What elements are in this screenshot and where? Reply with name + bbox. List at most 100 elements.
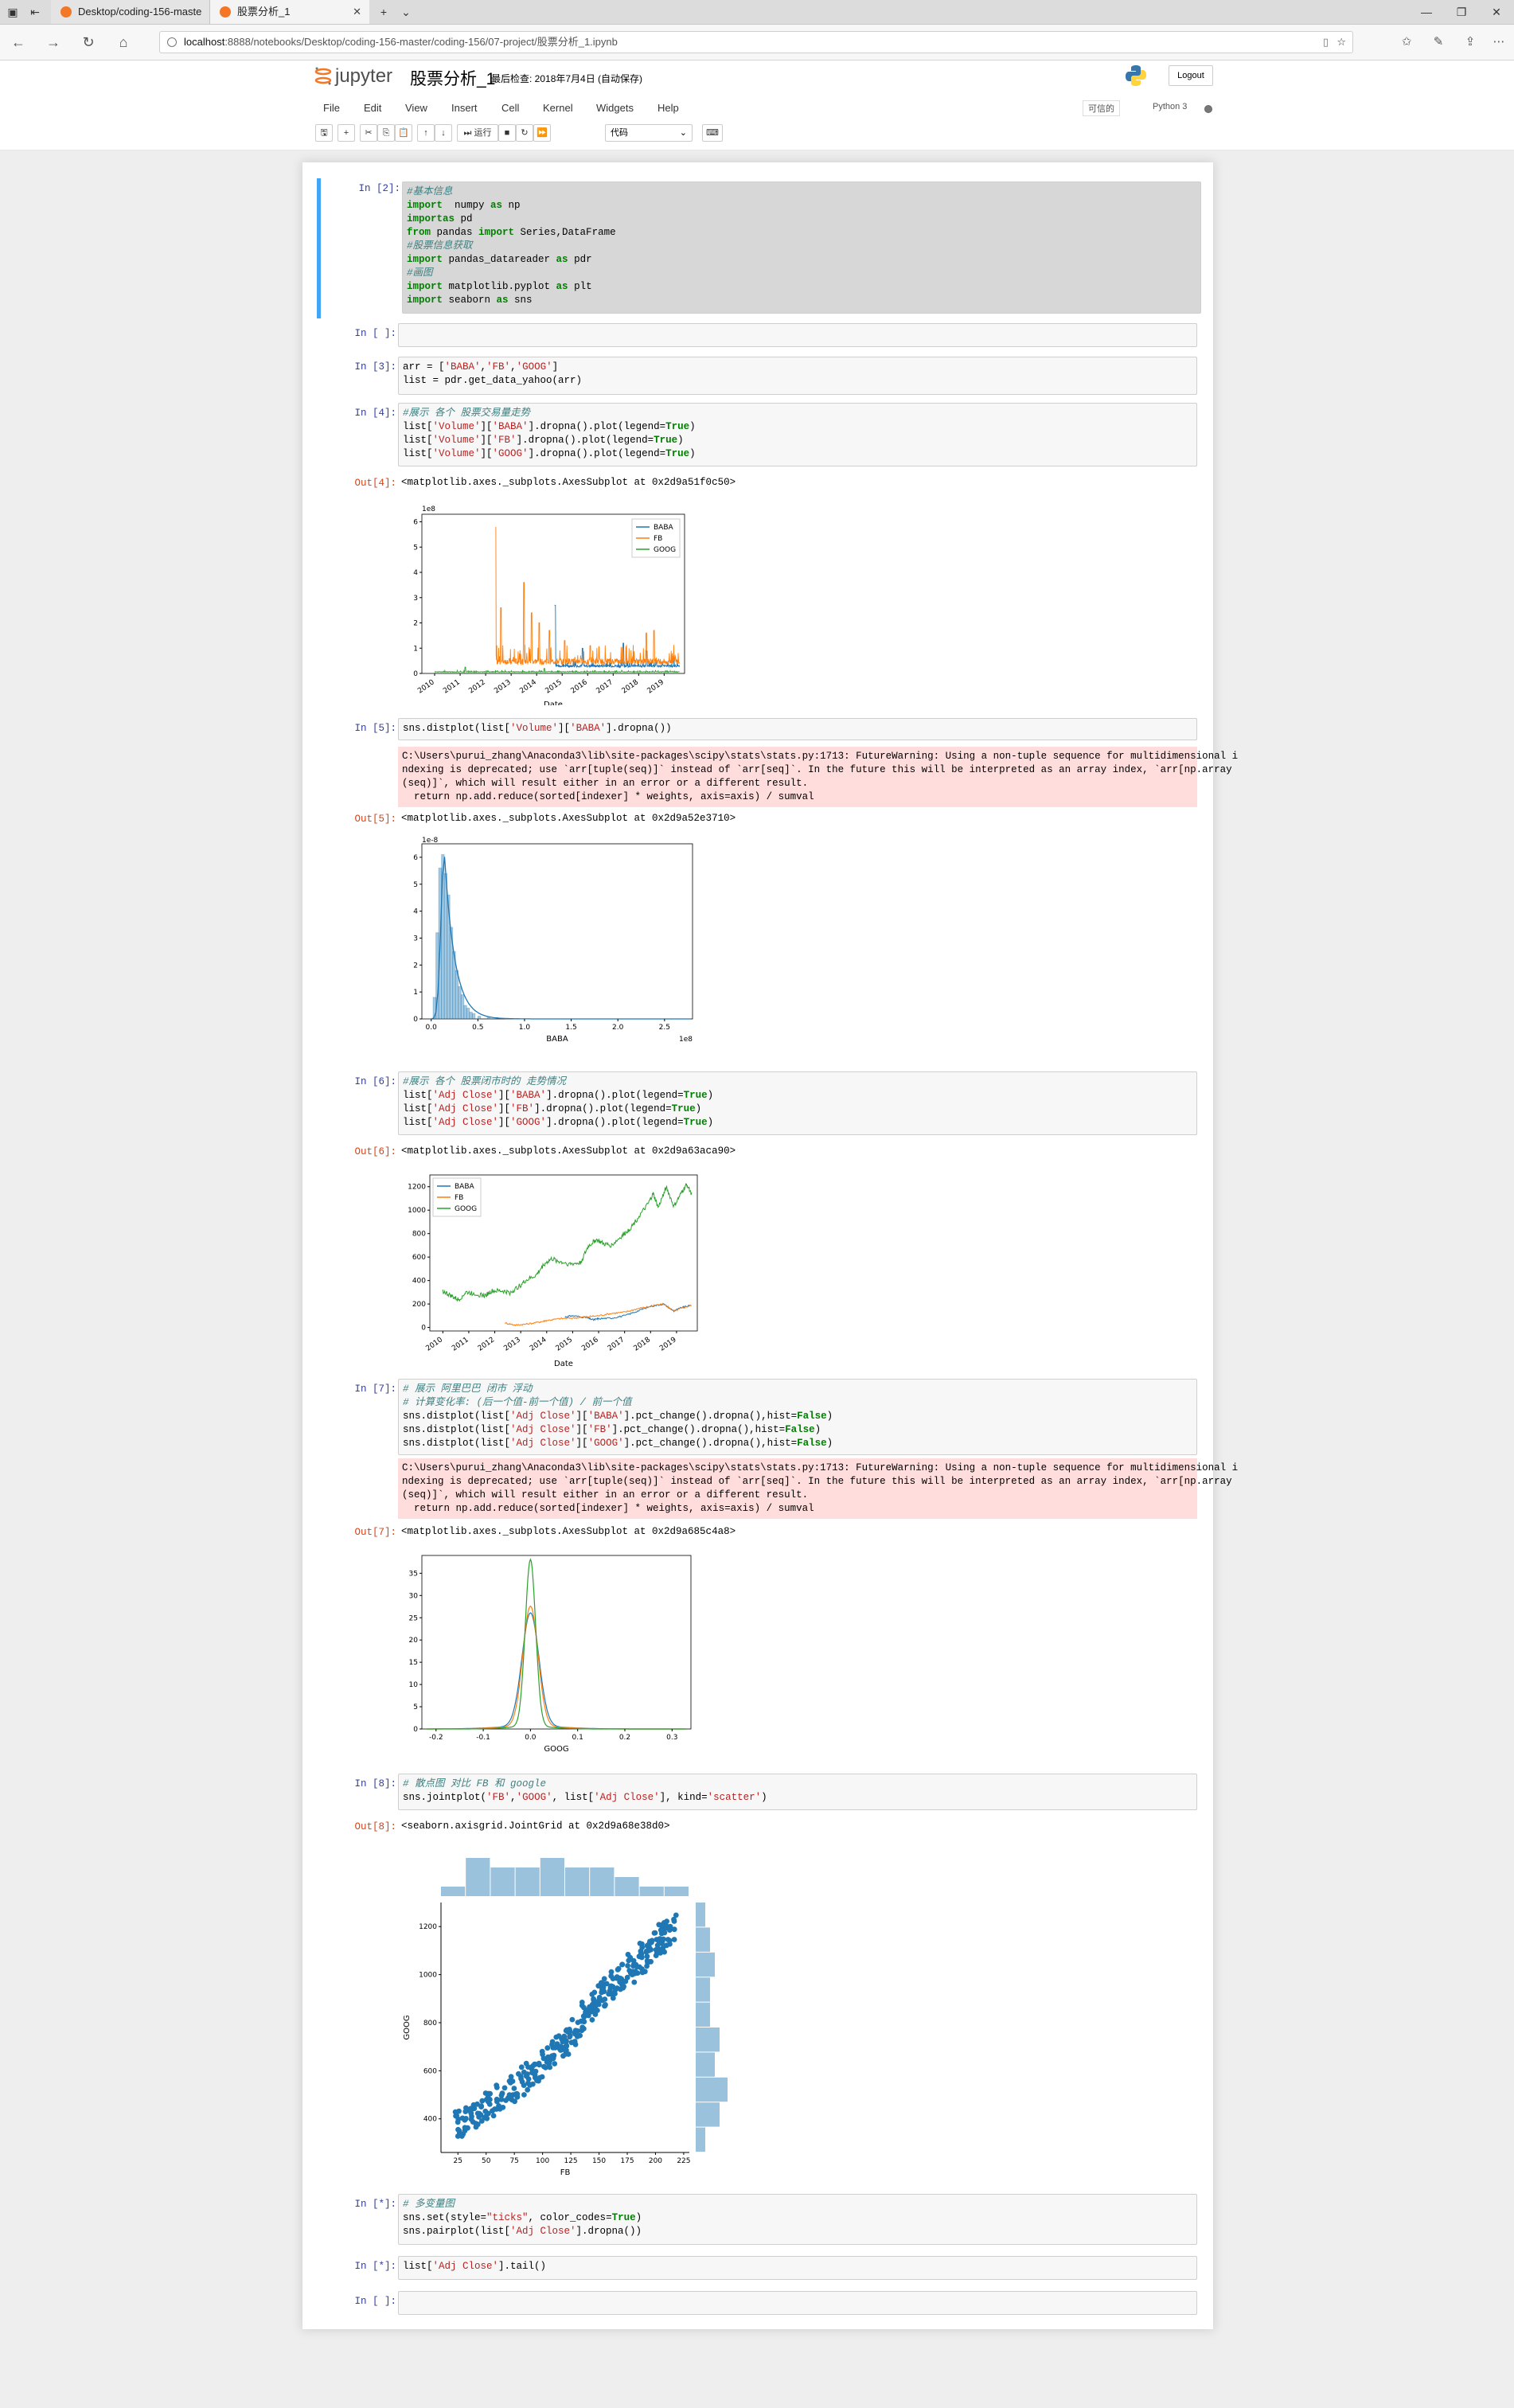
- paste-icon[interactable]: 📋: [395, 124, 412, 142]
- share-icon[interactable]: ⇪: [1461, 33, 1479, 51]
- code-input[interactable]: #展示 各个 股票交易量走势 list['Volume']['BABA'].dro…: [398, 403, 1197, 466]
- favorite-star-icon[interactable]: ☆: [1336, 32, 1346, 53]
- code-token: ): [826, 1438, 833, 1449]
- code-token: , color_codes=: [528, 2212, 612, 2223]
- menu-view[interactable]: View: [405, 102, 427, 114]
- notebook-name[interactable]: 股票分析_1: [410, 66, 495, 90]
- code-token: ][: [558, 723, 571, 734]
- interrupt-icon[interactable]: ■: [498, 124, 516, 142]
- site-info-icon[interactable]: [167, 37, 177, 47]
- insert-cell-icon[interactable]: +: [338, 124, 355, 142]
- code-cell[interactable]: In [ ]:: [317, 2291, 1197, 2316]
- code-cell[interactable]: In [*]: list['Adj Close'].tail(): [317, 2256, 1197, 2281]
- back-icon[interactable]: ←: [10, 33, 27, 51]
- code-cell[interactable]: In [3]: arr = ['BABA','FB','GOOG'] list =…: [317, 357, 1197, 396]
- scatter-point: [579, 2002, 585, 2008]
- code-token: 'Volume': [432, 448, 481, 459]
- code-input[interactable]: [398, 2291, 1197, 2315]
- code-input[interactable]: arr = ['BABA','FB','GOOG'] list = pdr.get…: [398, 357, 1197, 395]
- code-input[interactable]: #展示 各个 股票闭市时的 走势情况 list['Adj Close']['BAB…: [398, 1071, 1197, 1135]
- x-tick-label: 2019: [646, 678, 666, 695]
- pen-icon[interactable]: ✎: [1430, 33, 1447, 51]
- tab-desktop[interactable]: Desktop/coding-156-maste: [51, 0, 210, 24]
- code-input[interactable]: sns.distplot(list['Volume']['BABA'].drop…: [398, 718, 1197, 740]
- cut-icon[interactable]: ✂: [360, 124, 377, 142]
- command-palette-icon[interactable]: ⌨: [702, 124, 723, 142]
- copy-icon[interactable]: ⎘: [377, 124, 395, 142]
- code-input[interactable]: # 展示 阿里巴巴 闭市 浮动 # 计算变化率: (后一个值-前一个值) / 前一…: [398, 1379, 1197, 1455]
- y-tick-label: 400: [412, 1278, 426, 1286]
- more-icon[interactable]: ⋯: [1490, 33, 1508, 51]
- code-line: list['Adj Close']['BABA'].dropna().plot(…: [403, 1089, 1192, 1103]
- code-token: 'GOOG': [492, 448, 529, 459]
- jupyter-logo[interactable]: jupyter: [314, 65, 392, 88]
- code-token: sns.distplot(list[: [403, 1438, 511, 1449]
- menu-file[interactable]: File: [323, 102, 340, 114]
- kde-line-goog: [426, 1558, 687, 1730]
- y-tick-label: 25: [409, 1614, 418, 1622]
- code-token: True: [671, 1103, 696, 1114]
- save-icon[interactable]: 🖫: [315, 124, 333, 142]
- code-line: sns.pairplot(list['Adj Close'].dropna()): [403, 2225, 1192, 2238]
- code-input[interactable]: [398, 323, 1197, 347]
- scatter-point: [462, 2109, 469, 2114]
- code-input[interactable]: #基本信息 import numpy as np importas pd from p…: [402, 181, 1201, 314]
- scatter-point: [671, 1926, 677, 1933]
- code-input[interactable]: # 多变量图 sns.set(style="ticks", color_codes…: [398, 2194, 1197, 2245]
- refresh-icon[interactable]: ↻: [80, 33, 97, 51]
- move-down-icon[interactable]: ↓: [435, 124, 452, 142]
- new-tab-icon[interactable]: +: [377, 6, 390, 18]
- code-cell[interactable]: In [*]: # 多变量图 sns.set(style="ticks", col…: [317, 2194, 1197, 2246]
- logout-button[interactable]: Logout: [1169, 65, 1213, 86]
- maximize-icon[interactable]: ❐: [1444, 0, 1479, 24]
- tab-actions-icon[interactable]: ▣: [6, 6, 19, 18]
- code-input[interactable]: list['Adj Close'].tail(): [398, 2256, 1197, 2280]
- minimize-icon[interactable]: —: [1409, 0, 1444, 24]
- move-up-icon[interactable]: ↑: [417, 124, 435, 142]
- code-token: 'Volume': [432, 435, 481, 446]
- code-input[interactable]: # 散点图 对比 FB 和 google sns.jointplot('FB','…: [398, 1774, 1197, 1810]
- scatter-point: [661, 1949, 667, 1955]
- histogram-bar: [463, 1005, 467, 1020]
- back-tabs-icon[interactable]: ⇤: [29, 6, 41, 18]
- menu-widgets[interactable]: Widgets: [596, 102, 634, 114]
- scatter-point: [516, 2070, 521, 2077]
- trusted-indicator[interactable]: 可信的: [1083, 100, 1120, 116]
- menu-cell[interactable]: Cell: [501, 102, 519, 114]
- restart-run-all-icon[interactable]: ⏩: [533, 124, 551, 142]
- url-input[interactable]: localhost:8888/notebooks/Desktop/coding-…: [159, 31, 1353, 53]
- cell-type-select[interactable]: 代码 ⌄: [605, 124, 693, 142]
- menu-edit[interactable]: Edit: [364, 102, 381, 114]
- scatter-point: [514, 2091, 521, 2098]
- tab-list-icon[interactable]: ⌄: [400, 6, 412, 18]
- code-cell[interactable]: In [ ]:: [317, 323, 1197, 350]
- scatter-point: [657, 1927, 664, 1934]
- code-token: ]: [552, 361, 559, 373]
- code-line: #股票信息获取: [407, 240, 1196, 253]
- home-icon[interactable]: ⌂: [115, 33, 132, 51]
- close-window-icon[interactable]: ✕: [1479, 0, 1514, 24]
- code-cell[interactable]: In [2]: #基本信息 import numpy as np importas …: [317, 178, 1201, 318]
- x-tick-label: 2.0: [612, 1024, 624, 1032]
- menu-kernel[interactable]: Kernel: [543, 102, 573, 114]
- scatter-point: [627, 1954, 634, 1961]
- x-tick-label: 125: [564, 2157, 577, 2165]
- tab-notebook[interactable]: 股票分析_1 ✕: [210, 0, 369, 24]
- scatter-point: [497, 2106, 503, 2112]
- code-token: numpy: [443, 200, 491, 211]
- run-button[interactable]: ⏭ 运行: [457, 124, 498, 142]
- favorites-icon[interactable]: ✩: [1398, 33, 1415, 51]
- code-token: list[: [403, 2261, 433, 2272]
- y-tick-label: 35: [409, 1570, 418, 1578]
- restart-icon[interactable]: ↻: [516, 124, 533, 142]
- forward-icon[interactable]: →: [45, 33, 62, 51]
- menu-insert[interactable]: Insert: [451, 102, 478, 114]
- code-cell[interactable]: In [8]: # 散点图 对比 FB 和 google sns.jointplo…: [317, 1774, 1197, 2187]
- reading-view-icon[interactable]: ▯: [1323, 32, 1329, 53]
- x-tick-label: 2018: [633, 1336, 653, 1352]
- menu-help[interactable]: Help: [657, 102, 679, 114]
- y-tick-label: 5: [413, 881, 418, 889]
- output-prompt: Out[8]:: [354, 1821, 396, 1832]
- input-prompt: In [3]:: [354, 361, 396, 373]
- close-tab-icon[interactable]: ✕: [353, 0, 361, 24]
